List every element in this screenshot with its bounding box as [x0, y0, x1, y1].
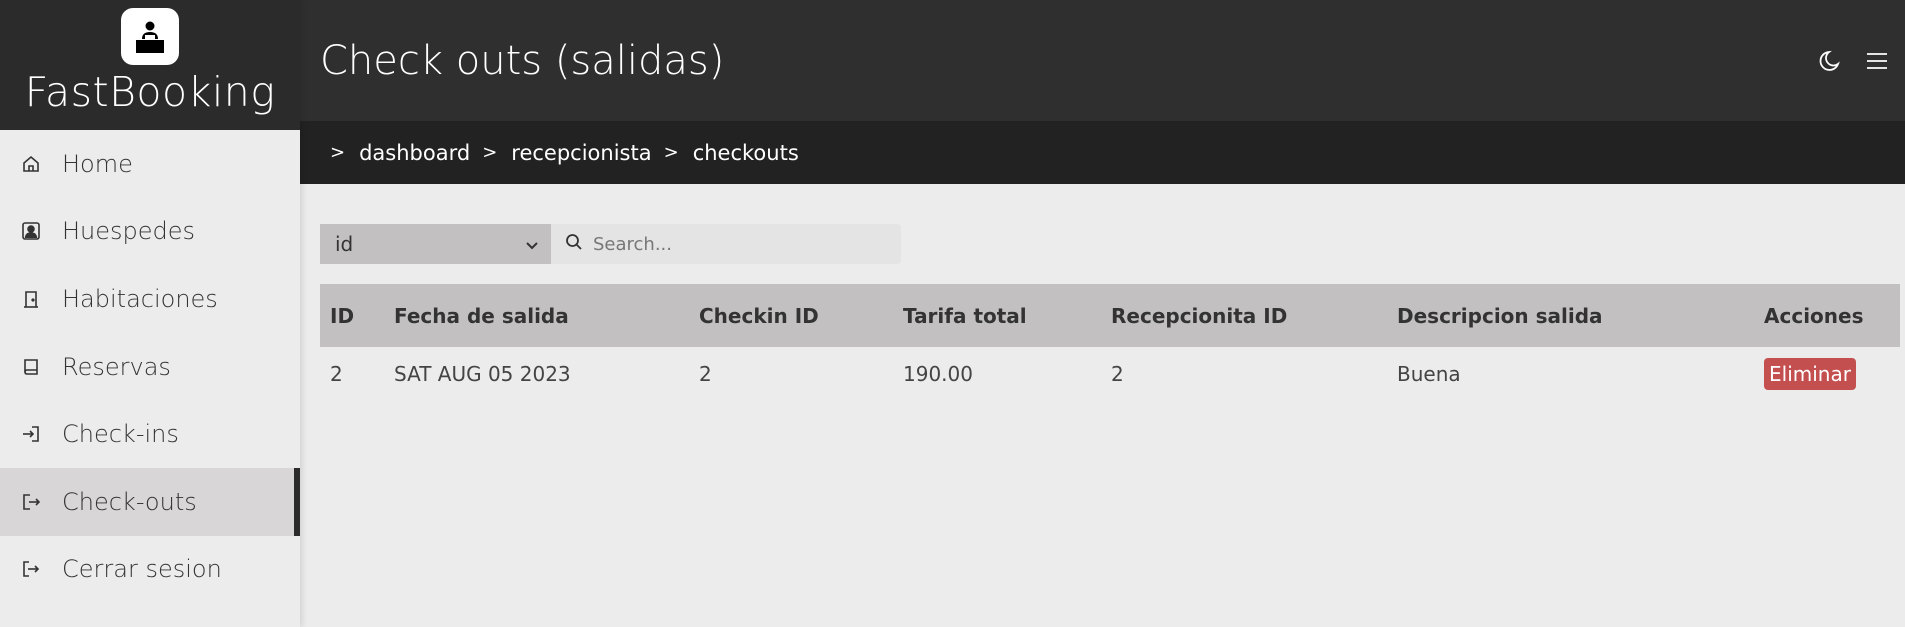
sidebar-item-label: Cerrar sesion [62, 555, 222, 584]
column-header-checkin-id: Checkin ID [699, 303, 819, 328]
checkouts-table: ID Fecha de salida Checkin ID Tarifa tot… [320, 284, 1900, 401]
cell-fecha: SAT AUG 05 2023 [394, 362, 571, 386]
column-header-tarifa: Tarifa total [903, 303, 1027, 328]
cell-descripcion: Buena [1397, 362, 1461, 386]
cell-tarifa: 190.00 [903, 362, 973, 386]
sidebar: FastBooking Home Huespedes Habitaciones … [0, 0, 300, 627]
cell-checkin-id: 2 [699, 362, 712, 386]
filter-field-select[interactable]: id [320, 224, 551, 264]
sidebar-item-label: Habitaciones [62, 284, 218, 313]
header-icons [1817, 47, 1891, 75]
sidebar-item-label: Check-ins [62, 420, 179, 449]
logout-icon [20, 558, 42, 580]
home-icon [20, 153, 42, 175]
sidebar-item-habitaciones[interactable]: Habitaciones [0, 265, 300, 333]
checkin-icon [20, 423, 42, 445]
table-row: 2 SAT AUG 05 2023 2 190.00 2 Buena Elimi… [320, 347, 1900, 401]
guest-icon [20, 220, 42, 242]
filter-controls: id [320, 224, 901, 264]
column-header-fecha: Fecha de salida [394, 303, 569, 328]
checkout-icon [20, 491, 42, 513]
sidebar-item-reservas[interactable]: Reservas [0, 333, 300, 401]
column-header-id: ID [330, 303, 355, 328]
breadcrumb-recepcionista[interactable]: recepcionista [511, 141, 651, 165]
breadcrumb: > dashboard > recepcionista > checkouts [300, 121, 1905, 184]
sidebar-item-label: Check-outs [62, 487, 197, 516]
chevron-down-icon [525, 232, 539, 256]
sidebar-item-checkouts[interactable]: Check-outs [0, 467, 300, 536]
search-input[interactable] [593, 233, 893, 255]
receptionist-logo-icon [121, 8, 179, 65]
top-header: Check outs (salidas) [300, 0, 1905, 121]
sidebar-item-label: Huespedes [62, 217, 196, 246]
sidebar-item-home[interactable]: Home [0, 130, 300, 198]
breadcrumb-checkouts[interactable]: checkouts [693, 141, 799, 165]
book-icon [20, 356, 42, 378]
brand-name: FastBooking [24, 68, 276, 116]
chevron-right-icon: > [330, 142, 346, 163]
column-header-acciones: Acciones [1764, 303, 1864, 328]
door-icon [20, 288, 42, 310]
breadcrumb-dashboard[interactable]: dashboard [359, 141, 470, 165]
sidebar-item-label: Home [62, 149, 133, 178]
table-header-row: ID Fecha de salida Checkin ID Tarifa tot… [320, 284, 1900, 347]
filter-field-value: id [335, 232, 354, 256]
column-header-descripcion: Descripcion salida [1397, 303, 1603, 328]
column-header-recepcionista-id: Recepcionita ID [1111, 303, 1288, 328]
cell-recepcionista-id: 2 [1111, 362, 1124, 386]
delete-button[interactable]: Eliminar [1764, 358, 1856, 390]
sidebar-item-label: Reservas [62, 352, 171, 381]
sidebar-item-cerrar-sesion[interactable]: Cerrar sesion [0, 536, 300, 604]
sidebar-item-checkins[interactable]: Check-ins [0, 400, 300, 468]
sidebar-item-huespedes[interactable]: Huespedes [0, 198, 300, 266]
page-title: Check outs (salidas) [320, 37, 725, 84]
chevron-right-icon: > [663, 142, 679, 163]
cell-acciones: Eliminar [1754, 347, 1900, 401]
sidebar-nav: Home Huespedes Habitaciones Reservas Che… [0, 130, 300, 603]
menu-icon[interactable] [1863, 47, 1891, 75]
cell-id: 2 [330, 362, 343, 386]
search-box [551, 224, 901, 264]
brand: FastBooking [0, 0, 300, 130]
chevron-right-icon: > [482, 142, 498, 163]
moon-icon[interactable] [1817, 47, 1845, 75]
search-icon [565, 233, 583, 255]
